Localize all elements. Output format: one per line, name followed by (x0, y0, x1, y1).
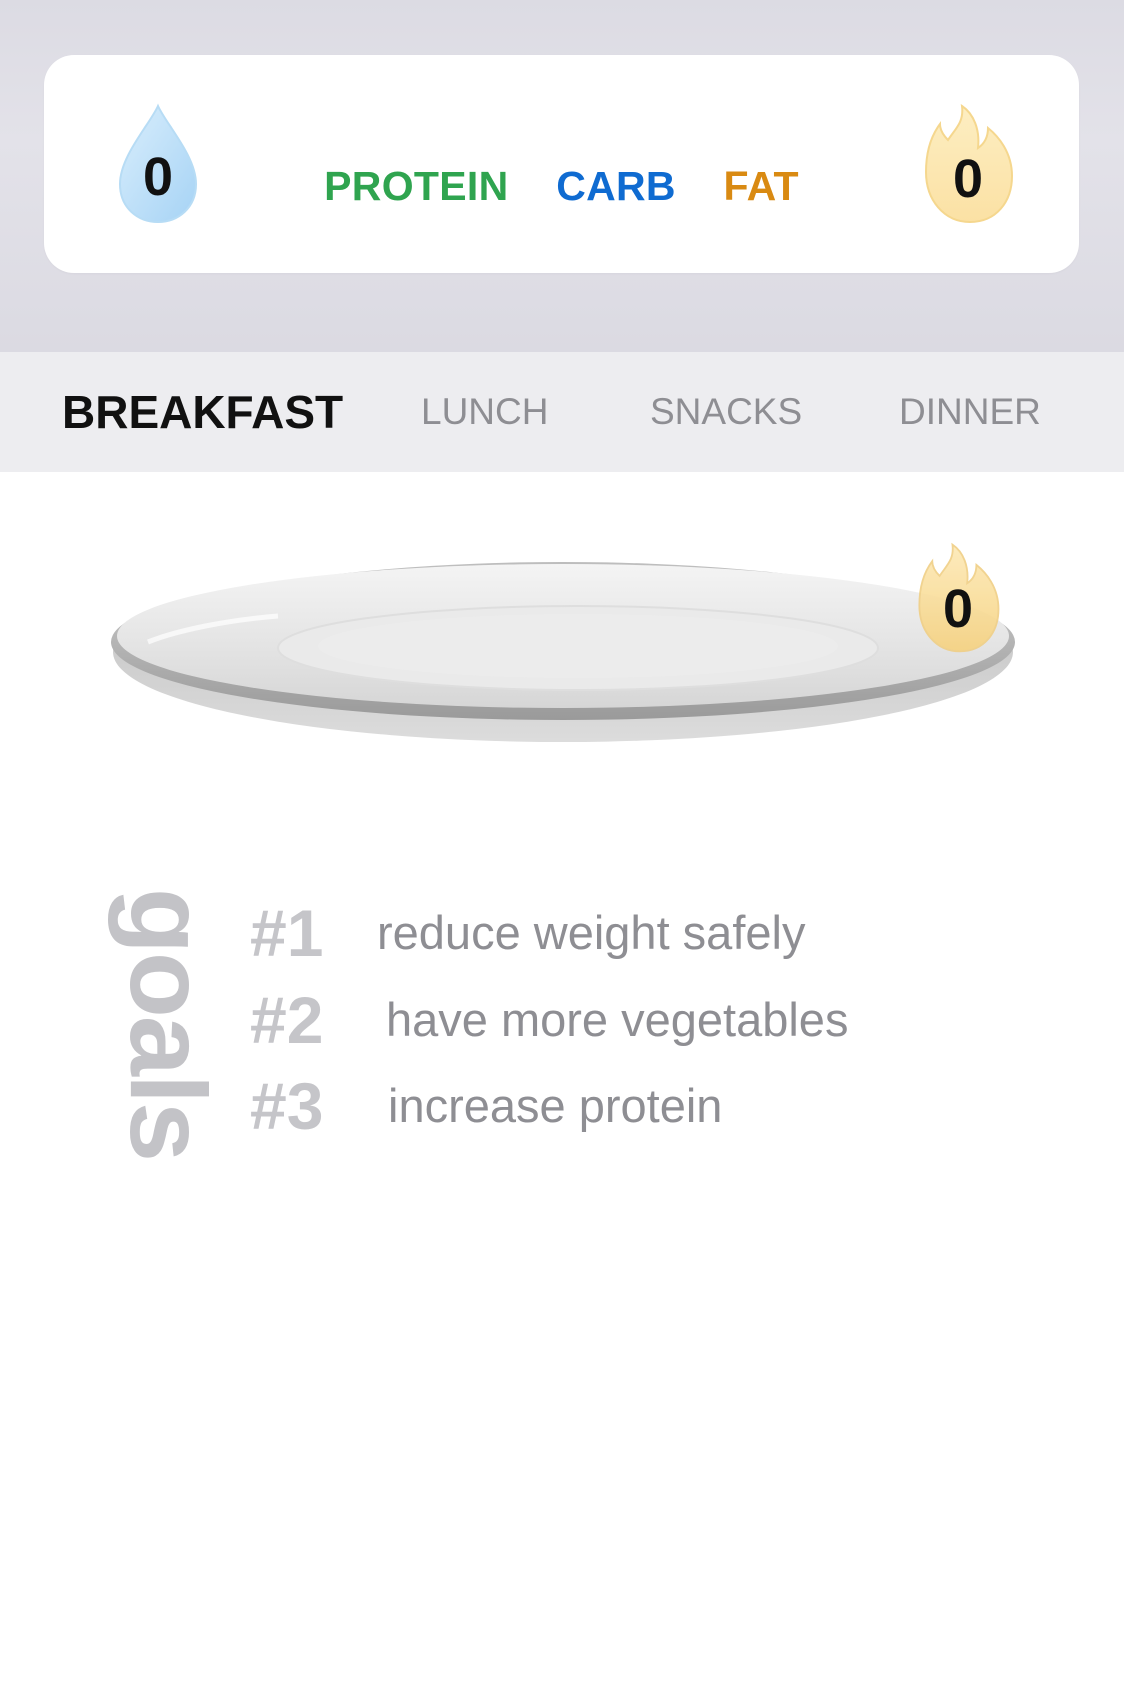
tab-breakfast[interactable]: BREAKFAST (62, 352, 343, 472)
goal-number: #1 (250, 896, 324, 970)
goal-text: increase protein (388, 1079, 723, 1132)
water-counter[interactable]: 0 (108, 100, 208, 228)
goals-heading: goals (108, 887, 229, 1161)
protein-label: PROTEIN (324, 163, 509, 209)
calories-counter[interactable]: 0 (918, 100, 1018, 228)
tab-snacks[interactable]: SNACKS (650, 352, 802, 472)
tab-dinner[interactable]: DINNER (899, 352, 1041, 472)
goal-text: reduce weight safely (377, 906, 806, 959)
goal-number: #3 (250, 1069, 324, 1143)
meal-tabs: BREAKFAST LUNCH SNACKS DINNER (0, 352, 1124, 472)
goal-text: have more vegetables (386, 993, 849, 1046)
calories-count: 0 (952, 149, 984, 209)
water-count: 0 (142, 147, 174, 207)
plate-image[interactable] (108, 550, 1018, 770)
carb-label: CARB (556, 163, 676, 209)
fat-label: FAT (723, 163, 799, 209)
plate-calories-counter[interactable]: 0 (912, 538, 1004, 658)
plate-calories-count: 0 (942, 579, 974, 639)
tab-lunch[interactable]: LUNCH (421, 352, 548, 472)
top-summary-area: PROTEIN CARB FAT 0 0 (0, 0, 1124, 352)
goal-number: #2 (250, 983, 324, 1057)
